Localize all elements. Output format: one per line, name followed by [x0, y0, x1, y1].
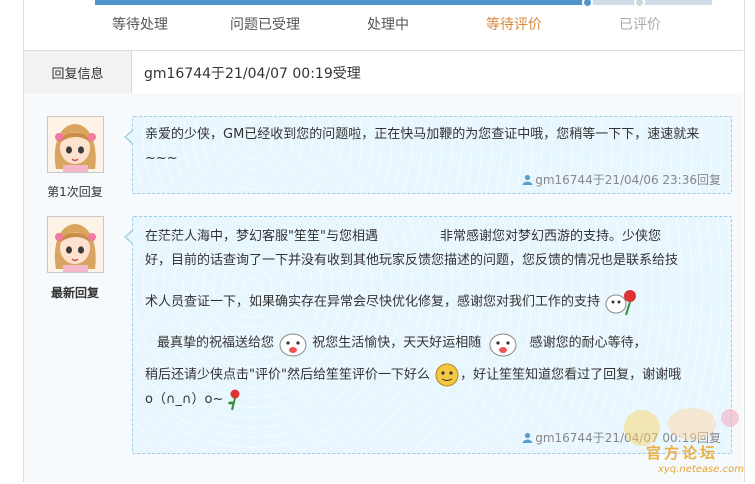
- progress-track-todo: [592, 0, 712, 5]
- reply-2-line-4a: 最真挚的祝福送给您: [157, 335, 275, 351]
- watermark-text: 官方论坛: [646, 444, 719, 462]
- forum-watermark: 官方论坛 xyq.netease.com: [612, 398, 744, 480]
- reply-info-label: 回复信息: [24, 51, 132, 93]
- reply-2-line-5a: 稍后还请少侠点击"评价"然后给笙笙评价一下好么: [145, 367, 430, 383]
- reply-1-meta-text: gm16744于21/04/06 23:36回复: [535, 173, 721, 187]
- progress-steps: 等待处理 问题已受理 处理中 等待评价 已评价: [0, 0, 755, 44]
- step-await-review: 等待评价: [486, 17, 542, 33]
- reply-2-line-1a: 在茫茫人海中，梦幻客服"笙笙"与您相遇: [145, 229, 378, 244]
- reply-2-line-4b: 祝您生活愉快，天天好运相随: [312, 335, 482, 351]
- reply-2-line-4: 最真挚的祝福送给您 祝您生活愉快，天天好运相随 感谢您的耐心等待，: [145, 329, 647, 357]
- progress-dot-current: [582, 0, 593, 8]
- user-icon: [522, 174, 533, 185]
- reply-2-line-5: 稍后还请少侠点击"评价"然后给笙笙评价一下好么 ，好让笙笙知道您看过了回复，谢谢…: [145, 362, 681, 388]
- rose-icon: [605, 290, 637, 316]
- step-accepted: 问题已受理: [230, 17, 300, 33]
- avatar-girl-icon: [47, 116, 104, 173]
- watermark-site: xyq.netease.com: [658, 464, 744, 475]
- reply-2-line-1: 在茫茫人海中，梦幻客服"笙笙"与您相遇 非常感谢您对梦幻西游的支持。少侠您: [145, 225, 661, 249]
- progress-dot-todo: [634, 0, 645, 8]
- reply-2-line-3: 术人员查证一下，如果确实存在异常会尽快优化修复，感谢您对我们工作的支持: [145, 288, 638, 316]
- reply-1-text: 亲爱的少侠，GM已经收到您的问题啦，正在快马加鞭的为您查证中哦，您稍等一下下，速…: [145, 127, 700, 166]
- smiley-icon: [489, 333, 517, 357]
- reply-1-bubble: 亲爱的少侠，GM已经收到您的问题啦，正在快马加鞭的为您查证中哦，您稍等一下下，速…: [124, 116, 732, 194]
- reply-2-line-6-text: o（∩_∩）o~: [145, 392, 224, 407]
- step-processing: 处理中: [367, 17, 409, 33]
- reply-2-line-1b: 非常感谢您对梦幻西游的支持。少侠您: [439, 229, 661, 244]
- step-reviewed: 已评价: [619, 17, 661, 33]
- smiley-icon: [279, 333, 307, 357]
- user-icon: [522, 432, 533, 443]
- reply-2-line-5b: ，好让笙笙知道您看过了回复，谢谢哦: [460, 367, 682, 383]
- reply-2-line-6: o（∩_∩）o~: [145, 388, 241, 412]
- smiley-icon: [435, 363, 459, 387]
- progress-track-done: [95, 0, 592, 5]
- reply-1-label: 第1次回复: [47, 185, 103, 199]
- reply-2-line-3-text: 术人员查证一下，如果确实存在异常会尽快优化修复，感谢您对我们工作的支持: [145, 294, 601, 310]
- reply-info-row: 回复信息 gm16744于21/04/07 00:19受理: [24, 50, 743, 94]
- reply-2-label: 最新回复: [50, 286, 99, 300]
- reply-2-line-4c: 感谢您的耐心等待，: [529, 335, 647, 351]
- reply-info-value: gm16744于21/04/07 00:19受理: [144, 66, 361, 82]
- reply-1-meta: gm16744于21/04/06 23:36回复: [522, 171, 721, 188]
- step-waiting: 等待处理: [112, 17, 168, 33]
- avatar-girl-icon: [47, 216, 104, 273]
- reply-2-line-2: 好，目前的话查询了一下并没有收到其他玩家反馈您描述的问题，您反馈的情况也是联系给…: [145, 253, 679, 268]
- rose-icon: [228, 389, 240, 410]
